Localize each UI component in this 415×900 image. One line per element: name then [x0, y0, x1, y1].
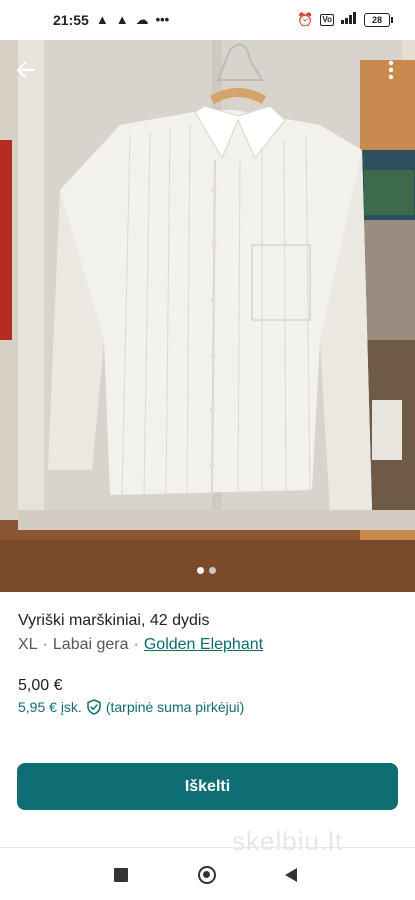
shirt-photo [0, 40, 415, 592]
system-back-button[interactable] [285, 868, 297, 882]
recents-button[interactable] [114, 868, 128, 882]
cloud-icon: ☁ [135, 12, 149, 27]
gallery-dot[interactable] [209, 567, 216, 574]
brand-link[interactable]: Golden Elephant [144, 636, 263, 654]
listing-title: Vyriški marškiniai, 42 dydis [18, 612, 210, 629]
clock: 21:55 [53, 12, 89, 28]
status-left: 21:55 ▲ ▲ ☁ ••• [53, 12, 169, 28]
back-button[interactable] [12, 56, 40, 84]
status-right: ⏰ Vo 28 [297, 11, 393, 27]
arrow-left-icon [16, 61, 36, 79]
size-label: XL [18, 636, 38, 653]
alarm-icon: ⏰ [297, 11, 314, 27]
warning-icon: ▲ [95, 12, 109, 27]
buyer-price-value: 5,95 € įsk. [18, 699, 82, 715]
gallery-dot-active[interactable] [197, 567, 204, 574]
status-bar: 21:55 ▲ ▲ ☁ ••• ⏰ Vo 28 [0, 0, 415, 40]
shield-check-icon [87, 699, 101, 715]
buyer-price-note: (tarpinė suma pirkėjui) [105, 699, 245, 715]
meta-separator: · [42, 636, 48, 653]
condition-label: Labai gera [52, 636, 129, 653]
listing-meta: XL · Labai gera · Golden Elephant [18, 636, 263, 654]
buyer-price[interactable]: 5,95 € įsk. (tarpinė suma pirkėjui) [18, 699, 244, 715]
home-button[interactable] [198, 866, 216, 884]
more-icon: ••• [155, 12, 170, 27]
warning-icon: ▲ [115, 12, 129, 27]
kebab-menu-icon [388, 60, 394, 80]
gallery-pagination [197, 567, 216, 574]
more-options-button[interactable] [381, 56, 401, 84]
battery-icon: 28 [364, 12, 393, 27]
bump-button[interactable]: Iškelti [17, 763, 398, 810]
price: 5,00 € [18, 677, 63, 694]
divider [0, 847, 415, 848]
meta-separator: · [133, 636, 139, 653]
signal-icon [341, 12, 357, 27]
volte-icon: Vo [320, 13, 334, 26]
listing-photo[interactable] [0, 40, 415, 592]
